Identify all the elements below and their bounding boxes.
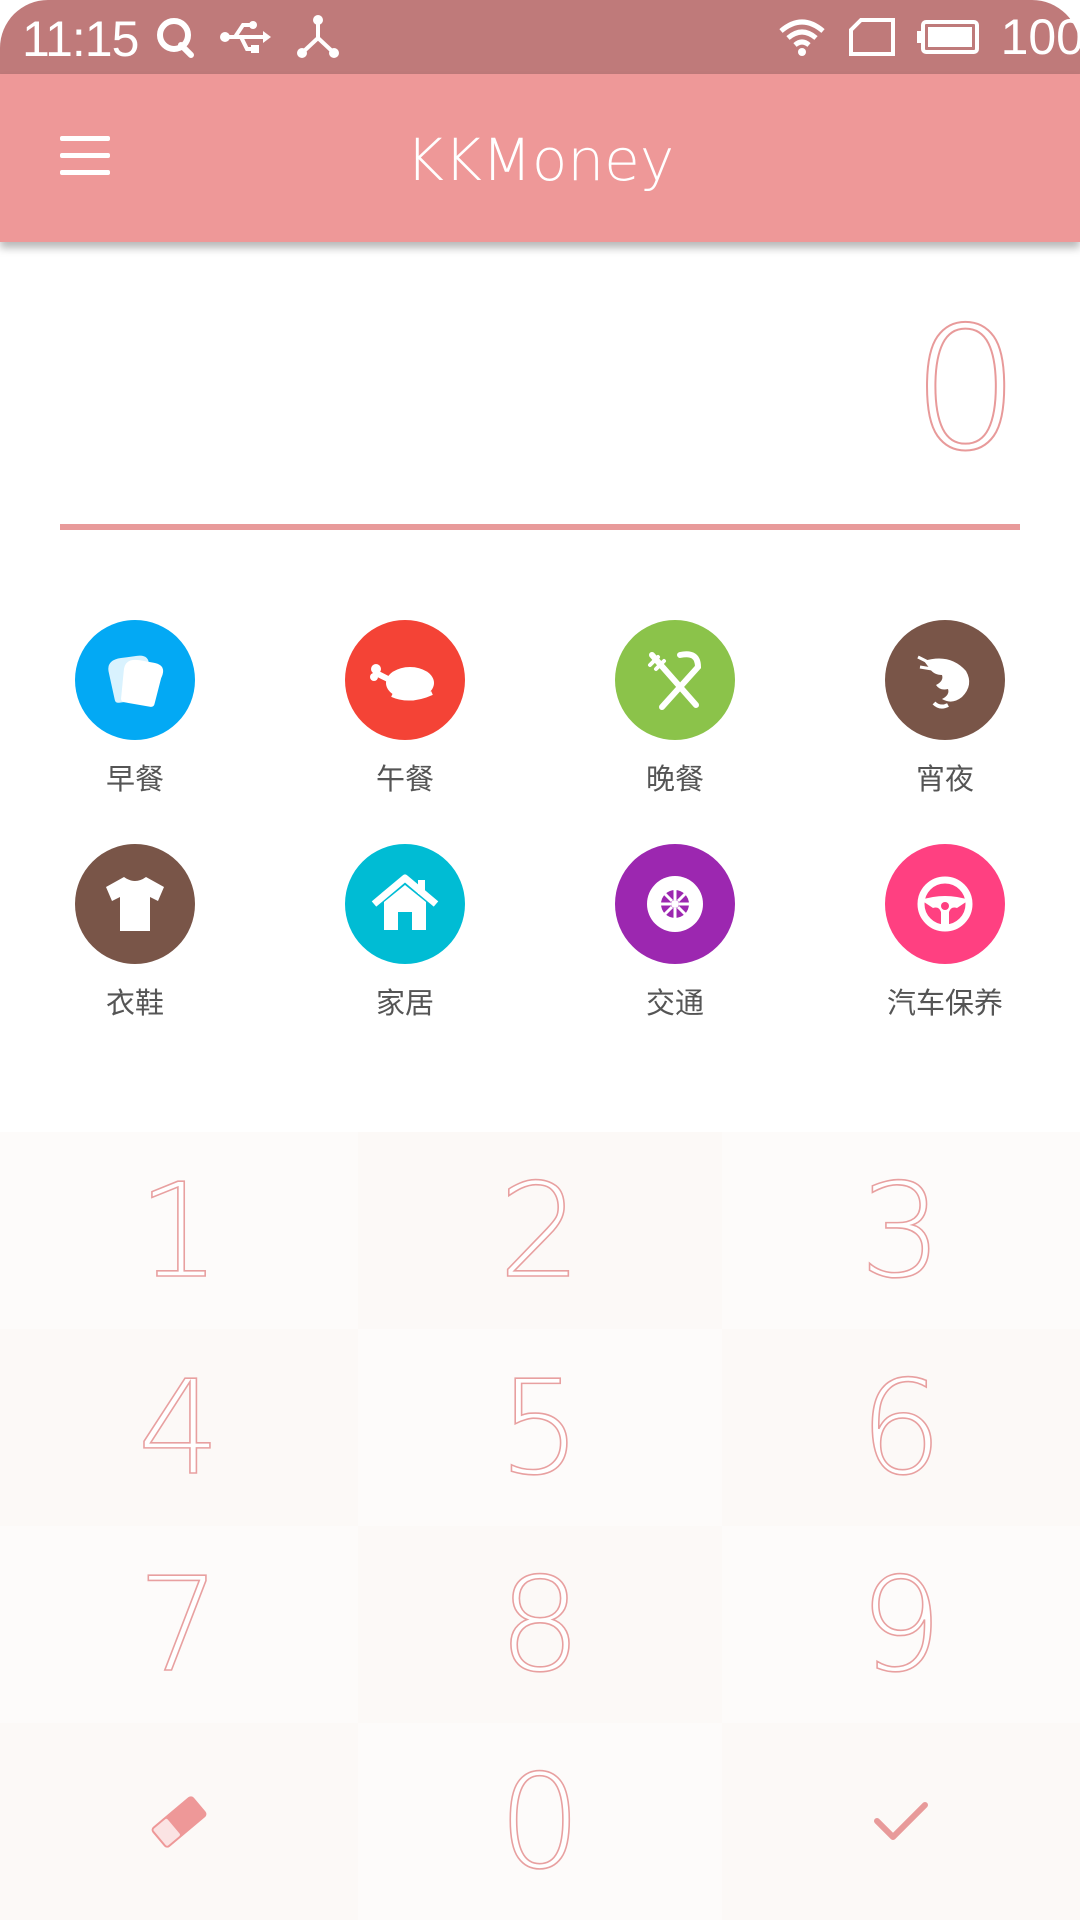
sim-card-icon [848, 18, 895, 56]
category-late-night-snack[interactable]: 宵夜 [810, 620, 1080, 844]
key-digit: 3 [859, 1154, 943, 1308]
roast-chicken-icon [345, 620, 465, 740]
usb-icon [220, 21, 271, 53]
eraser-button[interactable] [0, 1723, 358, 1920]
key-digit: 5 [498, 1351, 582, 1505]
category-home[interactable]: 家居 [270, 844, 540, 1068]
status-notification-icons [155, 10, 341, 64]
status-time: 11:15 [22, 11, 139, 67]
category-row: 早餐 午餐 晚餐 宵夜 [0, 620, 1080, 844]
key-3[interactable]: 3 [722, 1132, 1080, 1329]
bread-icon [75, 620, 195, 740]
tshirt-icon [75, 844, 195, 964]
amount-display: 0 [60, 290, 1021, 530]
eraser-icon [151, 1795, 207, 1848]
status-system-icons: 100 [777, 9, 1080, 65]
key-digit: 2 [498, 1154, 582, 1308]
key-digit: 7 [137, 1548, 221, 1702]
key-9[interactable]: 9 [722, 1526, 1080, 1723]
q-notification-icon [157, 18, 194, 58]
checkmark-icon [874, 1801, 928, 1840]
category-label: 汽车保养 [886, 986, 1003, 1020]
house-icon [345, 844, 465, 964]
key-digit: 6 [859, 1351, 943, 1505]
key-4[interactable]: 4 [0, 1329, 358, 1526]
category-label: 宵夜 [915, 762, 974, 796]
amount-value: 0 [911, 290, 1021, 490]
key-digit: 9 [859, 1548, 943, 1702]
wheel-icon [615, 844, 735, 964]
key-digit: 8 [498, 1548, 582, 1702]
shrimp-icon [885, 620, 1005, 740]
fork-knife-icon [615, 620, 735, 740]
key-2[interactable]: 2 [358, 1132, 722, 1329]
battery-icon [916, 20, 979, 54]
confirm-button[interactable] [722, 1723, 1080, 1920]
category-row: 衣鞋 家居 交通 汽车保养 [0, 844, 1080, 1068]
number-keypad: 1 2 3 4 5 6 7 8 9 0 [0, 1132, 1080, 1920]
category-label: 早餐 [105, 762, 164, 796]
steering-wheel-icon [885, 844, 1005, 964]
category-transport[interactable]: 交通 [540, 844, 810, 1068]
key-7[interactable]: 7 [0, 1526, 358, 1723]
amount-underline [60, 524, 1020, 530]
wifi-icon [778, 19, 825, 56]
status-bar: 11:15 100 [0, 0, 1080, 74]
category-dinner[interactable]: 晚餐 [540, 620, 810, 844]
category-car-maintenance[interactable]: 汽车保养 [810, 844, 1080, 1068]
app-bar: KKMoney [0, 74, 1080, 242]
category-lunch[interactable]: 午餐 [270, 620, 540, 844]
key-6[interactable]: 6 [722, 1329, 1080, 1526]
app-title: KKMoney [405, 126, 675, 194]
battery-level: 100 [1000, 9, 1080, 65]
category-label: 交通 [645, 986, 704, 1020]
category-label: 衣鞋 [105, 986, 164, 1020]
key-0[interactable]: 0 [358, 1723, 722, 1920]
key-digit: 4 [137, 1351, 221, 1505]
category-grid: 早餐 午餐 晚餐 宵夜 衣鞋 家居 交通 汽车保养 [0, 620, 1080, 1068]
key-digit: 0 [498, 1745, 582, 1899]
category-label: 晚餐 [645, 762, 704, 796]
share-icon [297, 15, 339, 58]
key-digit: 1 [137, 1154, 221, 1308]
category-clothing[interactable]: 衣鞋 [0, 844, 270, 1068]
key-8[interactable]: 8 [358, 1526, 722, 1723]
category-breakfast[interactable]: 早餐 [0, 620, 270, 844]
key-5[interactable]: 5 [358, 1329, 722, 1526]
category-label: 家居 [375, 986, 434, 1020]
key-1[interactable]: 1 [0, 1132, 358, 1329]
category-label: 午餐 [375, 762, 434, 796]
